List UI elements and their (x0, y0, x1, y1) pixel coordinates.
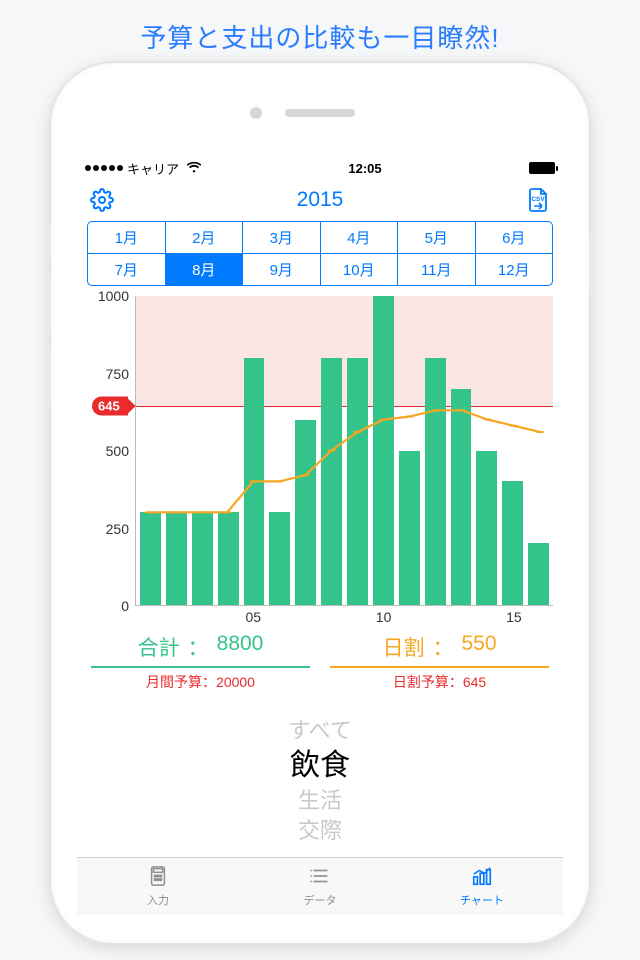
tab-chart[interactable]: チャート (401, 858, 563, 915)
input-icon (145, 865, 171, 890)
y-tick-label: 750 (106, 366, 129, 382)
phone-side-button (589, 233, 594, 295)
summary-total: 合計：8800 月間予算：20000 (91, 632, 310, 692)
picker-option-3[interactable]: 交際 (77, 816, 563, 846)
summary-daily-value: 550 (461, 632, 496, 662)
category-picker[interactable]: すべて飲食生活交際 (77, 716, 563, 846)
year-title: 2015 (297, 188, 344, 212)
month-cell-7[interactable]: 7月 (88, 254, 166, 285)
data-icon (307, 865, 333, 890)
chart-trend-line (136, 296, 553, 605)
battery-icon (529, 162, 555, 174)
marketing-tagline: 予算と支出の比較も一目瞭然! (0, 0, 640, 63)
chart-threshold-badge: 645 (92, 397, 128, 416)
month-cell-3[interactable]: 3月 (243, 222, 321, 253)
tab-input[interactable]: 入力 (77, 858, 239, 915)
y-tick-label: 1000 (98, 288, 129, 304)
chart-icon (469, 865, 495, 890)
csv-export-icon[interactable]: CSV (525, 187, 551, 213)
summary-total-value: 8800 (217, 632, 264, 662)
chart-x-axis: 05 10 15 (136, 609, 553, 627)
screen: キャリア 12:05 2015 CSV 1月2月3月4月5月6月 7月8月9月1… (77, 155, 563, 915)
summary-daily-label: 日割 (382, 632, 424, 662)
phone-side-button (46, 345, 51, 405)
x-tick-label: 10 (376, 609, 392, 625)
month-segmented-control: 1月2月3月4月5月6月 7月8月9月10月11月12月 (87, 221, 553, 286)
summary-daily-budget-value: 645 (463, 674, 486, 690)
carrier-label: キャリア (127, 159, 179, 178)
month-cell-6[interactable]: 6月 (476, 222, 553, 253)
chart-plot[interactable]: 645 051015 (135, 296, 553, 606)
month-cell-9[interactable]: 9月 (243, 254, 321, 285)
summary-daily: 日割：550 日割予算：645 (330, 632, 549, 692)
month-cell-2[interactable]: 2月 (166, 222, 244, 253)
tab-label: チャート (460, 892, 504, 908)
picker-option-2[interactable]: 生活 (77, 786, 563, 816)
month-cell-12[interactable]: 12月 (476, 254, 553, 285)
picker-option-0[interactable]: すべて (77, 716, 563, 746)
gear-icon[interactable] (89, 187, 115, 213)
summary-daily-budget-label: 日割予算 (393, 674, 449, 690)
x-tick-label: 05 (245, 609, 261, 625)
month-cell-11[interactable]: 11月 (398, 254, 476, 285)
tab-label: データ (304, 892, 337, 908)
tab-data[interactable]: データ (239, 858, 401, 915)
y-tick-label: 0 (121, 598, 129, 614)
month-cell-1[interactable]: 1月 (88, 222, 166, 253)
tab-label: 入力 (147, 892, 169, 908)
summary-total-label: 合計 (138, 632, 180, 662)
summary-total-budget-value: 20000 (216, 674, 255, 690)
header: 2015 CSV (77, 181, 563, 217)
clock-label: 12:05 (348, 161, 381, 176)
x-tick-label: 15 (506, 609, 522, 625)
signal-dots-icon (85, 165, 123, 171)
summary-total-budget-label: 月間予算 (146, 674, 202, 690)
phone-side-button (46, 273, 51, 333)
chart-area: 02505007501000 645 051015 (77, 288, 563, 606)
y-tick-label: 500 (106, 443, 129, 459)
y-tick-label: 250 (106, 521, 129, 537)
status-bar: キャリア 12:05 (77, 155, 563, 181)
tab-bar: 入力 データ チャート (77, 857, 563, 915)
chart-y-axis: 02505007501000 (87, 296, 135, 606)
month-cell-10[interactable]: 10月 (321, 254, 399, 285)
month-cell-4[interactable]: 4月 (321, 222, 399, 253)
phone-side-button (46, 223, 51, 259)
wifi-icon (187, 161, 201, 176)
month-cell-5[interactable]: 5月 (398, 222, 476, 253)
svg-text:CSV: CSV (531, 196, 545, 203)
phone-mock: キャリア 12:05 2015 CSV 1月2月3月4月5月6月 7月8月9月1… (51, 63, 589, 943)
month-cell-8[interactable]: 8月 (166, 254, 244, 285)
picker-option-1[interactable]: 飲食 (77, 746, 563, 787)
